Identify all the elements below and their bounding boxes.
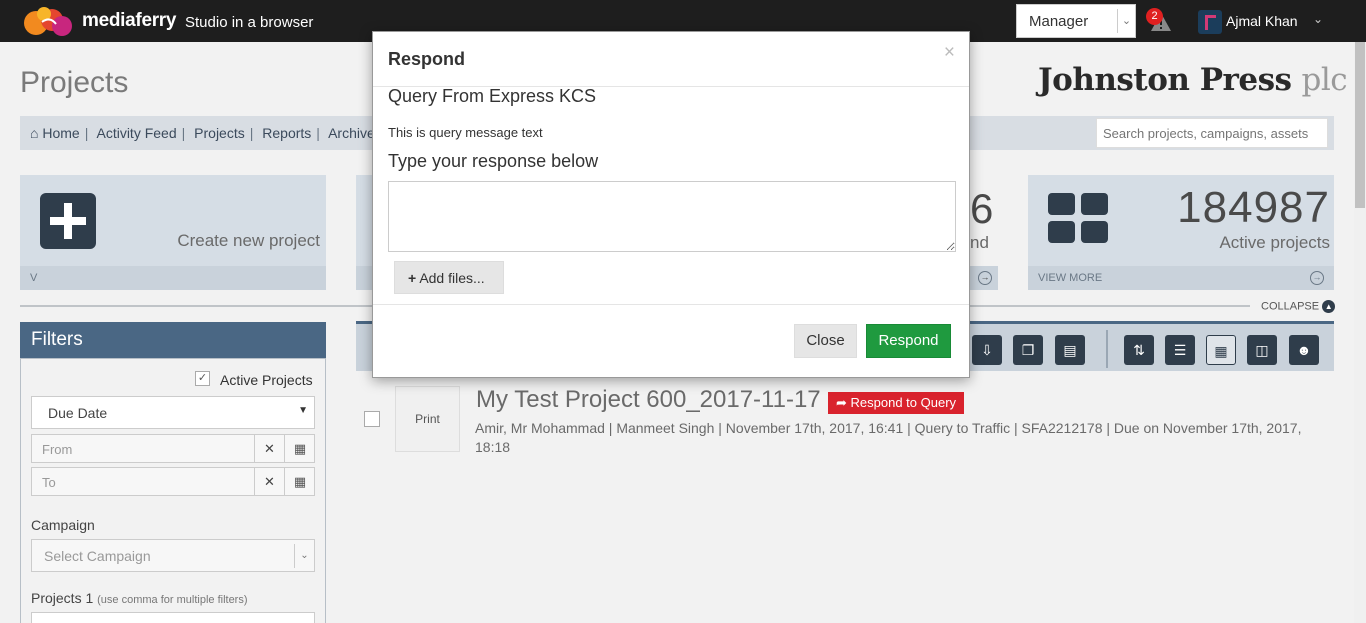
active-projects-label: Active Projects — [220, 372, 313, 388]
chevron-down-icon: ⌄ — [1117, 9, 1135, 33]
active-projects-card[interactable]: 184987 Active projects VIEW MORE → — [1028, 175, 1334, 290]
brand-tagline: Studio in a browser — [185, 14, 314, 31]
stat-card-partial-right: 6 nd → — [968, 175, 998, 290]
stat-number-partial: 6 — [970, 185, 994, 232]
home-icon[interactable]: ⌂ — [30, 125, 38, 141]
response-heading: Type your response below — [388, 151, 599, 171]
search-box[interactable] — [1096, 118, 1328, 148]
mediaferry-logo-icon — [24, 7, 72, 36]
query-message: This is query message text — [388, 125, 543, 140]
clear-icon[interactable]: ✕ — [254, 435, 284, 462]
list-view-icon[interactable]: ☰ — [1165, 335, 1195, 365]
calendar-view-icon[interactable]: ▦ — [1206, 335, 1236, 365]
page-scrollbar[interactable] — [1354, 42, 1366, 623]
arrow-circle-icon[interactable]: → — [978, 271, 992, 285]
calendar-icon[interactable]: ▦ — [284, 468, 315, 495]
projects-filter-label: Projects 1 (use comma for multiple filte… — [31, 590, 248, 606]
from-date-field[interactable]: From ✕ ▦ — [31, 434, 315, 463]
reply-icon: ➦ — [836, 395, 847, 410]
toolbar-divider — [1106, 330, 1108, 368]
project-meta: Amir, Mr Mohammad | Manmeet Singh | Nove… — [475, 420, 1302, 455]
respond-button[interactable]: Respond — [866, 324, 951, 358]
breadcrumb-activity-feed[interactable]: Activity Feed — [96, 125, 176, 141]
breadcrumb-reports[interactable]: Reports — [262, 125, 311, 141]
chevron-down-icon[interactable]: ⌄ — [1313, 12, 1323, 26]
query-from-heading: Query From Express KCS — [388, 86, 597, 106]
users-icon[interactable]: ☻ — [1289, 335, 1319, 365]
sort-by-select[interactable]: Due Date ▼ — [31, 396, 315, 429]
clear-icon[interactable]: ✕ — [254, 468, 284, 495]
active-projects-count: 184987 — [1177, 183, 1330, 232]
chevron-up-icon: ▲ — [1322, 300, 1336, 313]
project-row-checkbox[interactable] — [364, 411, 380, 427]
response-textarea[interactable] — [388, 181, 956, 252]
page-title: Projects — [20, 66, 129, 99]
project-title[interactable]: My Test Project 600_2017-11-17 — [476, 386, 821, 414]
client-logo: Johnston Press plc — [1038, 62, 1348, 98]
download-icon[interactable]: ⇩ — [972, 335, 1002, 365]
plus-icon: + — [408, 270, 417, 286]
filters-header: Filters — [20, 322, 326, 358]
respond-to-query-tag[interactable]: ➦ Respond to Query — [828, 392, 965, 414]
role-select[interactable]: Manager ⌄ — [1016, 4, 1136, 38]
stat-label-partial: nd — [970, 233, 989, 252]
collapse-button[interactable]: COLLAPSE ▲ — [1261, 300, 1336, 313]
breadcrumb-home[interactable]: Home — [42, 125, 79, 141]
clipboard-icon[interactable]: ▤ — [1055, 335, 1085, 365]
breadcrumb-projects[interactable]: Projects — [194, 125, 245, 141]
add-files-button[interactable]: + Add files... — [394, 261, 504, 294]
modal-header: Respond × — [373, 32, 969, 87]
create-project-label: Create new project — [177, 231, 320, 250]
active-projects-checkbox[interactable]: ✓ — [195, 371, 210, 386]
grid-icon — [1048, 193, 1108, 243]
stat-card-partial — [356, 175, 376, 290]
folders-icon[interactable]: ◫ — [1247, 335, 1277, 365]
view-more-link[interactable]: V — [30, 272, 37, 284]
breadcrumb-archive[interactable]: Archive — [328, 125, 375, 141]
copy-icon[interactable]: ❐ — [1013, 335, 1043, 365]
modal-title: Respond — [388, 49, 466, 69]
sort-az-icon[interactable]: ⇅ — [1124, 335, 1154, 365]
modal-footer-divider — [373, 304, 969, 305]
active-projects-label: Active projects — [1219, 233, 1330, 252]
user-name[interactable]: Ajmal Khan — [1226, 13, 1298, 29]
view-more-link[interactable]: VIEW MORE — [1038, 272, 1102, 284]
brand-name: mediaferry — [82, 10, 177, 31]
avatar[interactable] — [1198, 10, 1222, 34]
arrow-circle-icon[interactable]: → — [1310, 271, 1324, 285]
close-button[interactable]: Close — [794, 324, 857, 358]
campaign-select[interactable]: Select Campaign ⌄ — [31, 539, 315, 572]
caret-down-icon: ▼ — [298, 405, 308, 416]
plus-icon — [40, 193, 96, 249]
create-project-card[interactable]: Create new project V — [20, 175, 326, 290]
alert-count-badge[interactable]: 2 — [1146, 8, 1163, 25]
search-input[interactable] — [1097, 119, 1327, 147]
to-date-field[interactable]: To ✕ ▦ — [31, 467, 315, 496]
close-icon[interactable]: × — [944, 42, 955, 64]
role-value: Manager — [1029, 13, 1089, 30]
chevron-down-icon: ⌄ — [294, 544, 314, 568]
projects-filter-input[interactable] — [31, 612, 315, 623]
project-thumbnail[interactable]: Print — [395, 386, 460, 452]
calendar-icon[interactable]: ▦ — [284, 435, 315, 462]
campaign-label: Campaign — [31, 517, 95, 533]
respond-modal: Respond × Query From Express KCS This is… — [372, 31, 970, 378]
